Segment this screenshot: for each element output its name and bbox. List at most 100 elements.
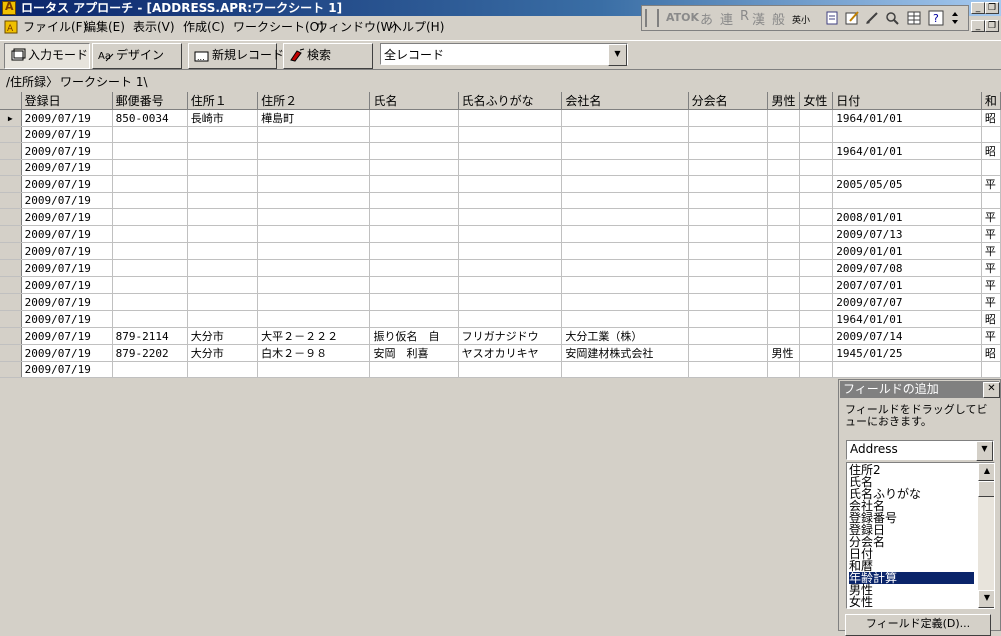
row-selector[interactable]	[0, 344, 22, 362]
table-cell[interactable]: 安岡建材株式会社	[561, 344, 689, 362]
table-cell[interactable]: 平	[981, 276, 1001, 294]
table-cell[interactable]: 平	[981, 225, 1001, 243]
table-cell[interactable]	[112, 159, 188, 176]
table-cell[interactable]	[458, 242, 563, 260]
table-cell[interactable]: 長崎市	[187, 109, 259, 127]
field-list[interactable]: 住所2 氏名 氏名ふりがな 会社名 登録番号 登録日 分会名 日付 和暦 年齢計算 男性 女性 ▲ ▼	[846, 462, 995, 609]
column-header[interactable]: 氏名	[369, 92, 459, 110]
ime-atok-label[interactable]: ATOK	[666, 11, 699, 24]
table-cell[interactable]	[799, 293, 834, 311]
table-cell[interactable]	[767, 276, 801, 294]
table-cell[interactable]: 2009/07/14	[832, 327, 982, 345]
row-selector[interactable]	[0, 192, 22, 209]
table-cell[interactable]	[187, 142, 259, 160]
table-cell[interactable]	[688, 126, 769, 143]
column-header[interactable]: 登録日	[21, 92, 113, 110]
table-cell[interactable]: 2009/07/19	[21, 344, 113, 362]
table-cell[interactable]: 樺島町	[257, 109, 371, 127]
table-cell[interactable]	[369, 126, 459, 143]
table-cell[interactable]	[688, 142, 769, 160]
table-cell[interactable]	[799, 109, 834, 127]
table-row[interactable]: ▶ 2009/07/19 850-0034 長崎市 樺島町 1964/01/01 昭	[0, 109, 1001, 127]
table-cell[interactable]: 2009/07/19	[21, 242, 113, 260]
column-header[interactable]: 住所１	[187, 92, 259, 110]
row-selector[interactable]	[0, 293, 22, 311]
ime-romaji-mode[interactable]: R	[740, 9, 749, 24]
chevron-down-icon[interactable]: ▼	[976, 441, 993, 461]
close-icon[interactable]: ✕	[983, 382, 1000, 398]
table-cell[interactable]	[799, 310, 834, 328]
menu-window[interactable]: ウィンドウ(W)	[316, 19, 397, 35]
menu-file[interactable]: ファイル(F)	[23, 19, 87, 35]
menu-create[interactable]: 作成(C)	[183, 19, 225, 35]
table-cell[interactable]: 2008/01/01	[832, 208, 982, 226]
table-cell[interactable]	[257, 361, 371, 378]
table-cell[interactable]	[257, 310, 371, 328]
row-selector[interactable]	[0, 208, 22, 226]
table-cell[interactable]: 879-2114	[112, 327, 188, 345]
table-cell[interactable]	[369, 310, 459, 328]
table-cell[interactable]: 2009/07/19	[21, 109, 113, 127]
ime-grip[interactable]	[645, 9, 659, 27]
table-cell[interactable]	[187, 259, 259, 277]
table-cell[interactable]	[561, 259, 689, 277]
table-cell[interactable]	[112, 142, 188, 160]
table-cell[interactable]	[799, 126, 834, 143]
table-cell[interactable]: 大分市	[187, 327, 259, 345]
table-cell[interactable]	[369, 175, 459, 193]
field-list-scrollbar[interactable]: ▲ ▼	[978, 463, 994, 608]
ime-search-icon[interactable]	[884, 9, 900, 27]
table-cell[interactable]	[561, 159, 689, 176]
table-cell[interactable]	[458, 293, 563, 311]
table-cell[interactable]	[767, 242, 801, 260]
row-selector[interactable]	[0, 310, 22, 328]
table-cell[interactable]: 2009/07/19	[21, 276, 113, 294]
restore-icon[interactable]: ❐	[985, 2, 999, 14]
table-cell[interactable]: 850-0034	[112, 109, 188, 127]
row-selector[interactable]	[0, 175, 22, 193]
row-selector[interactable]	[0, 242, 22, 260]
table-cell[interactable]	[767, 208, 801, 226]
table-cell[interactable]	[187, 225, 259, 243]
table-cell[interactable]	[767, 175, 801, 193]
row-selector[interactable]	[0, 327, 22, 345]
chevron-down-icon[interactable]: ▼	[608, 44, 627, 66]
table-cell[interactable]: 2009/07/13	[832, 225, 982, 243]
ime-memo-icon[interactable]	[844, 9, 860, 27]
design-button[interactable]: Aa デザイン	[92, 43, 182, 69]
table-cell[interactable]	[767, 327, 801, 345]
table-cell[interactable]	[799, 208, 834, 226]
table-cell[interactable]	[561, 361, 689, 378]
table-cell[interactable]	[561, 192, 689, 209]
table-cell[interactable]	[981, 192, 1001, 209]
table-cell[interactable]	[981, 126, 1001, 143]
table-cell[interactable]	[458, 276, 563, 294]
table-cell[interactable]: 大分市	[187, 344, 259, 362]
table-cell[interactable]	[799, 225, 834, 243]
ime-kanji-mode[interactable]: 漢	[752, 9, 765, 28]
ime-pen-icon[interactable]	[864, 9, 880, 27]
table-cell[interactable]: 大平２－２２２	[257, 327, 371, 345]
menu-view[interactable]: 表示(V)	[133, 19, 175, 35]
table-cell[interactable]	[458, 192, 563, 209]
table-cell[interactable]	[257, 293, 371, 311]
table-row[interactable]: 2009/07/19 1964/01/01 昭	[0, 310, 1001, 328]
table-cell[interactable]	[187, 175, 259, 193]
table-cell[interactable]	[561, 242, 689, 260]
table-cell[interactable]: 平	[981, 327, 1001, 345]
column-header[interactable]: 住所２	[257, 92, 371, 110]
row-selector[interactable]	[0, 142, 22, 160]
table-cell[interactable]	[561, 142, 689, 160]
table-cell[interactable]	[799, 259, 834, 277]
doc-minimize-icon[interactable]: _	[971, 20, 985, 32]
table-row[interactable]: 2009/07/19 2008/01/01 平	[0, 208, 1001, 226]
table-cell[interactable]	[257, 259, 371, 277]
table-cell[interactable]	[187, 192, 259, 209]
table-cell[interactable]	[369, 159, 459, 176]
table-cell[interactable]	[458, 361, 563, 378]
table-cell[interactable]	[688, 293, 769, 311]
table-cell[interactable]	[688, 109, 769, 127]
table-cell[interactable]	[767, 225, 801, 243]
table-cell[interactable]: 昭	[981, 109, 1001, 127]
table-cell[interactable]	[799, 175, 834, 193]
